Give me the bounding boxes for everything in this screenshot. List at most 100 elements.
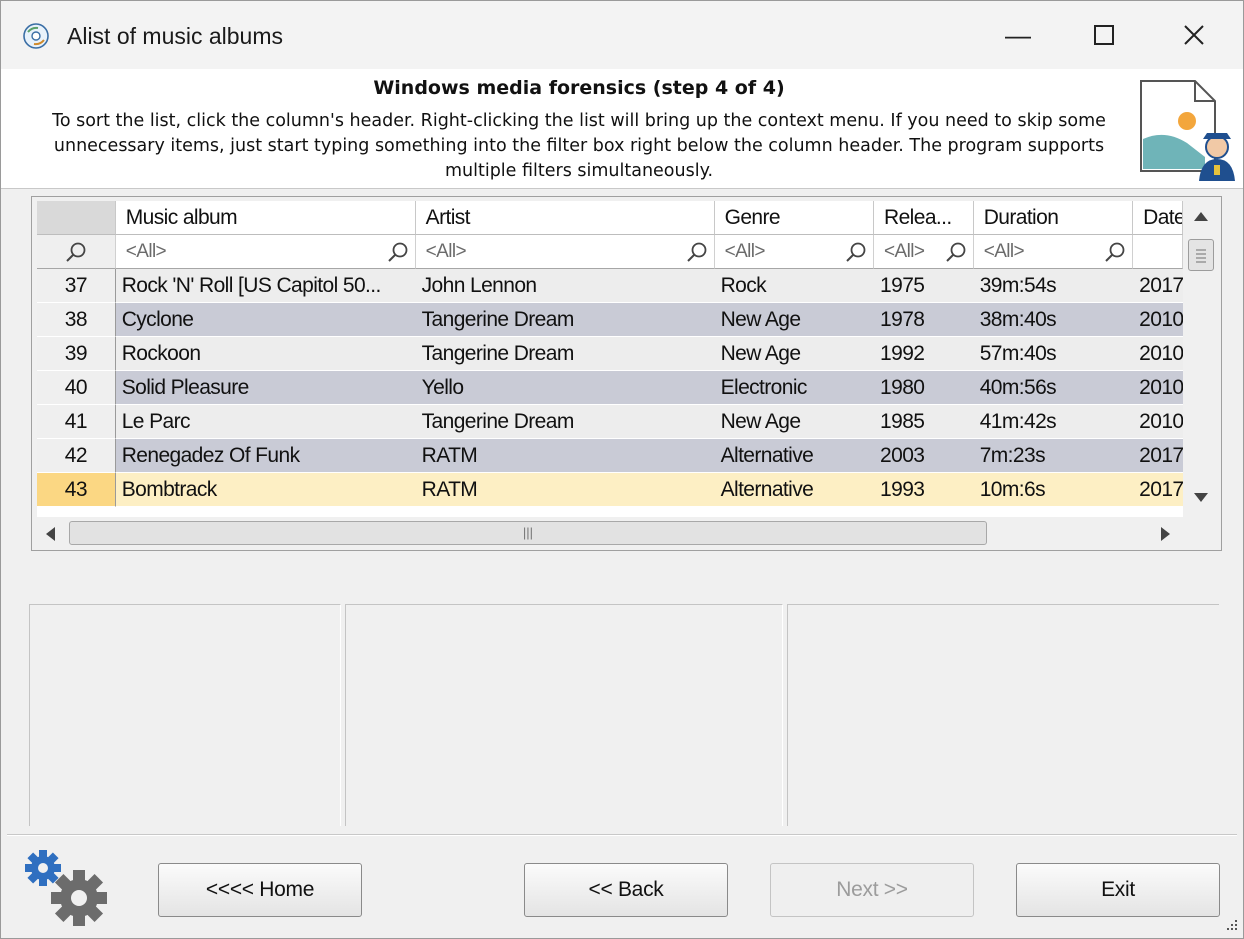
window-title: Alist of music albums — [67, 23, 284, 49]
cell-date: 2017 — [1133, 269, 1183, 303]
cell-genre: Rock — [714, 269, 875, 303]
cell-date: 2017 — [1133, 473, 1183, 507]
cell-album: Rock 'N' Roll [US Capitol 50... — [115, 269, 416, 303]
cell-album: Bombtrack — [115, 473, 416, 507]
info-panel-left — [29, 604, 341, 826]
info-panel-middle — [345, 604, 783, 826]
cell-date: 2010 — [1133, 303, 1183, 337]
scroll-right-arrow-icon[interactable] — [1159, 525, 1173, 543]
maximize-button[interactable] — [1059, 1, 1149, 69]
step-title: Windows media forensics (step 4 of 4) — [373, 77, 785, 99]
corner-header[interactable] — [37, 201, 116, 235]
filter-album-input[interactable]: <All> — [115, 235, 416, 269]
step-description: To sort the list, click the column's hea… — [52, 111, 1106, 181]
cell-album: Solid Pleasure — [115, 371, 416, 405]
column-header-release[interactable]: Relea... — [874, 201, 974, 235]
column-header-genre[interactable]: Genre — [714, 201, 875, 235]
cell-duration: 7m:23s — [973, 439, 1134, 473]
info-panels — [29, 604, 1219, 826]
albums-grid[interactable]: Music album Artist Genre Relea... Durati… — [37, 201, 1183, 517]
vertical-scrollbar[interactable] — [1184, 201, 1218, 517]
table-row[interactable]: 39 Rockoon Tangerine Dream New Age 1992 … — [37, 337, 1183, 371]
search-icon — [846, 242, 866, 262]
table-row[interactable]: 41 Le Parc Tangerine Dream New Age 1985 … — [37, 405, 1183, 439]
cell-duration: 57m:40s — [973, 337, 1134, 371]
table-row[interactable]: 38 Cyclone Tangerine Dream New Age 1978 … — [37, 303, 1183, 337]
cell-artist: Tangerine Dream — [415, 337, 715, 371]
cell-artist: RATM — [415, 473, 715, 507]
filter-artist-placeholder: <All> — [425, 241, 467, 262]
filter-duration-input[interactable]: <All> — [973, 235, 1134, 269]
app-disc-icon — [23, 23, 49, 49]
table-row[interactable]: 40 Solid Pleasure Yello Electronic 1980 … — [37, 371, 1183, 405]
cell-release: 1992 — [874, 337, 974, 371]
cell-date: 2010 — [1133, 371, 1183, 405]
cell-genre: New Age — [714, 303, 875, 337]
cell-duration: 38m:40s — [973, 303, 1134, 337]
cell-genre: Electronic — [714, 371, 875, 405]
column-header-album[interactable]: Music album — [115, 201, 416, 235]
row-number: 43 — [37, 473, 116, 507]
cell-album: Rockoon — [115, 337, 416, 371]
close-icon — [1184, 25, 1204, 45]
forensics-document-icon — [1140, 80, 1235, 181]
home-button[interactable]: <<<< Home — [158, 863, 362, 917]
thumb-grip-icon — [1196, 249, 1206, 263]
cell-release: 1985 — [874, 405, 974, 439]
cell-artist: Tangerine Dream — [415, 405, 715, 439]
cell-date: 2010 — [1133, 337, 1183, 371]
search-icon — [66, 242, 86, 262]
scroll-up-arrow-icon[interactable] — [1192, 209, 1210, 223]
filter-artist-input[interactable]: <All> — [415, 235, 715, 269]
filter-release-placeholder: <All> — [884, 241, 925, 262]
horizontal-scrollbar[interactable]: ||| — [37, 517, 1183, 549]
cell-date: 2017 — [1133, 439, 1183, 473]
cell-release: 2003 — [874, 439, 974, 473]
row-number: 40 — [37, 371, 116, 405]
albums-grid-frame: Music album Artist Genre Relea... Durati… — [31, 196, 1222, 551]
column-header-row: Music album Artist Genre Relea... Durati… — [37, 201, 1183, 235]
scroll-down-arrow-icon[interactable] — [1192, 491, 1210, 505]
vertical-scroll-thumb[interactable] — [1188, 239, 1214, 271]
filter-genre-placeholder: <All> — [724, 241, 766, 262]
cell-release: 1993 — [874, 473, 974, 507]
exit-button[interactable]: Exit — [1016, 863, 1220, 917]
resize-grip-icon[interactable] — [1223, 918, 1239, 934]
filter-genre-input[interactable]: <All> — [714, 235, 875, 269]
title-bar[interactable]: Alist of music albums — — [1, 1, 1243, 69]
row-number: 41 — [37, 405, 116, 439]
table-row[interactable]: 42 Renegadez Of Funk RATM Alternative 20… — [37, 439, 1183, 473]
close-button[interactable] — [1149, 1, 1239, 69]
column-header-artist[interactable]: Artist — [415, 201, 715, 235]
settings-gears-icon[interactable] — [19, 844, 115, 932]
row-number: 37 — [37, 269, 116, 303]
search-icon — [387, 242, 408, 262]
horizontal-scroll-thumb[interactable]: ||| — [69, 521, 987, 545]
cell-duration: 10m:6s — [973, 473, 1134, 507]
cell-genre: New Age — [714, 405, 875, 439]
filter-release-input[interactable]: <All> — [874, 235, 974, 269]
minimize-button[interactable]: — — [973, 1, 1063, 69]
scroll-left-arrow-icon[interactable] — [43, 525, 57, 543]
table-row-selected[interactable]: 43 Bombtrack RATM Alternative 1993 10m:6… — [37, 473, 1183, 507]
cell-release: 1978 — [874, 303, 974, 337]
row-number: 42 — [37, 439, 116, 473]
filter-duration-placeholder: <All> — [983, 241, 1025, 262]
filter-date-input[interactable] — [1133, 235, 1183, 269]
search-icon — [945, 242, 966, 262]
wizard-header: Windows media forensics (step 4 of 4) To… — [1, 69, 1243, 189]
column-header-duration[interactable]: Duration — [973, 201, 1134, 235]
cell-artist: John Lennon — [415, 269, 715, 303]
row-number: 39 — [37, 337, 116, 371]
info-panel-right — [787, 604, 1219, 826]
app-window: Alist of music albums — Windows media fo… — [0, 0, 1244, 939]
search-icon — [686, 242, 706, 262]
cell-album: Cyclone — [115, 303, 416, 337]
footer-divider — [7, 834, 1237, 836]
table-row[interactable]: 37 Rock 'N' Roll [US Capitol 50... John … — [37, 269, 1183, 303]
filter-row: <All> <All> <All> <All> <All> — [37, 235, 1183, 269]
column-header-date[interactable]: Date — [1133, 201, 1183, 235]
back-button[interactable]: << Back — [524, 863, 728, 917]
cell-genre: Alternative — [714, 473, 875, 507]
next-button: Next >> — [770, 863, 974, 917]
